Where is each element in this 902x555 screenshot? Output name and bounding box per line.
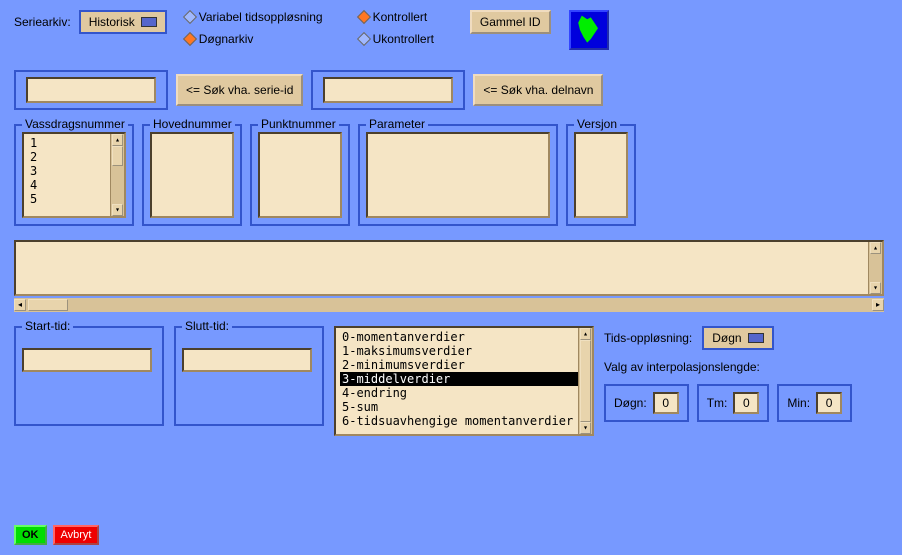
- value-type-listbox[interactable]: 0-momentanverdier1-maksimumsverdier2-min…: [334, 326, 594, 436]
- slutt-tid-input[interactable]: [182, 348, 312, 372]
- min-box: Min:: [777, 384, 852, 422]
- radio-label: Variabel tidsoppløsning: [199, 10, 323, 24]
- tm-box: Tm:: [697, 384, 770, 422]
- search-serie-id-button[interactable]: <= Søk vha. serie-id: [176, 74, 303, 106]
- start-tid-input[interactable]: [22, 348, 152, 372]
- min-label: Min:: [787, 396, 810, 410]
- ok-button[interactable]: OK: [14, 525, 47, 545]
- tids-opplosning-dropdown[interactable]: Døgn: [702, 326, 773, 350]
- panel-title-vassdrag: Vassdragsnummer: [22, 117, 128, 131]
- min-input[interactable]: [816, 392, 842, 414]
- list-item[interactable]: 5: [28, 192, 120, 206]
- radio-label: Kontrollert: [373, 10, 428, 24]
- slutt-tid-label: Slutt-tid:: [182, 319, 232, 333]
- interp-label: Valg av interpolasjonslengde:: [604, 360, 852, 374]
- panel-title-punkt: Punktnummer: [258, 117, 339, 131]
- scrollbar[interactable]: ▴ ▾: [578, 328, 592, 434]
- list-item[interactable]: 2-minimumsverdier: [340, 358, 588, 372]
- main-listbox[interactable]: ▴ ▾: [14, 240, 884, 296]
- hscrollbar[interactable]: ◂ ▸: [14, 298, 884, 312]
- radio-ukontrollert[interactable]: Ukontrollert: [359, 32, 434, 46]
- list-item[interactable]: 3-middelverdier: [340, 372, 588, 386]
- diamond-icon: [356, 10, 370, 24]
- seriearkiv-value: Historisk: [89, 15, 135, 29]
- punkt-listbox[interactable]: [258, 132, 342, 218]
- list-item[interactable]: 0-momentanverdier: [340, 330, 588, 344]
- dropdown-icon: [141, 17, 157, 27]
- panel-title-param: Parameter: [366, 117, 428, 131]
- radio-kontrollert[interactable]: Kontrollert: [359, 10, 434, 24]
- panel-title-versjon: Versjon: [574, 117, 620, 131]
- gammel-id-button[interactable]: Gammel ID: [470, 10, 551, 34]
- dogn-box: Døgn:: [604, 384, 689, 422]
- scrollbar[interactable]: ▴ ▾: [868, 242, 882, 294]
- list-item[interactable]: 4-endring: [340, 386, 588, 400]
- scrollbar[interactable]: ▴ ▾: [110, 134, 124, 216]
- radio-dognarkiv[interactable]: Døgnarkiv: [185, 32, 323, 46]
- panel-title-hoved: Hovednummer: [150, 117, 235, 131]
- list-item[interactable]: 3: [28, 164, 120, 178]
- vassdrag-listbox[interactable]: 12345 ▴ ▾: [22, 132, 126, 218]
- versjon-listbox[interactable]: [574, 132, 628, 218]
- hoved-listbox[interactable]: [150, 132, 234, 218]
- dropdown-icon: [748, 333, 764, 343]
- diamond-icon: [183, 32, 197, 46]
- radio-label: Ukontrollert: [373, 32, 434, 46]
- radio-label: Døgnarkiv: [199, 32, 254, 46]
- list-item[interactable]: 5-sum: [340, 400, 588, 414]
- seriearkiv-label: Seriearkiv:: [14, 15, 71, 29]
- search-serie-id-input[interactable]: [26, 77, 156, 103]
- start-tid-label: Start-tid:: [22, 319, 73, 333]
- list-item[interactable]: 6-tidsuavhengige momentanverdier: [340, 414, 588, 428]
- diamond-icon: [356, 32, 370, 46]
- dropdown-value: Døgn: [712, 331, 741, 345]
- list-item[interactable]: 4: [28, 178, 120, 192]
- dogn-input[interactable]: [653, 392, 679, 414]
- tm-label: Tm:: [707, 396, 728, 410]
- radio-variabel[interactable]: Variabel tidsoppløsning: [185, 10, 323, 24]
- tids-opplosning-label: Tids-oppløsning:: [604, 331, 692, 345]
- diamond-icon: [183, 10, 197, 24]
- param-listbox[interactable]: [366, 132, 550, 218]
- search-delnavn-input[interactable]: [323, 77, 453, 103]
- tm-input[interactable]: [733, 392, 759, 414]
- list-item[interactable]: 1-maksimumsverdier: [340, 344, 588, 358]
- seriearkiv-dropdown[interactable]: Historisk: [79, 10, 167, 34]
- dogn-label: Døgn:: [614, 396, 647, 410]
- list-item[interactable]: 2: [28, 150, 120, 164]
- list-item[interactable]: 1: [28, 136, 120, 150]
- search-delnavn-button[interactable]: <= Søk vha. delnavn: [473, 74, 603, 106]
- map-icon[interactable]: [569, 10, 609, 50]
- cancel-button[interactable]: Avbryt: [53, 525, 100, 545]
